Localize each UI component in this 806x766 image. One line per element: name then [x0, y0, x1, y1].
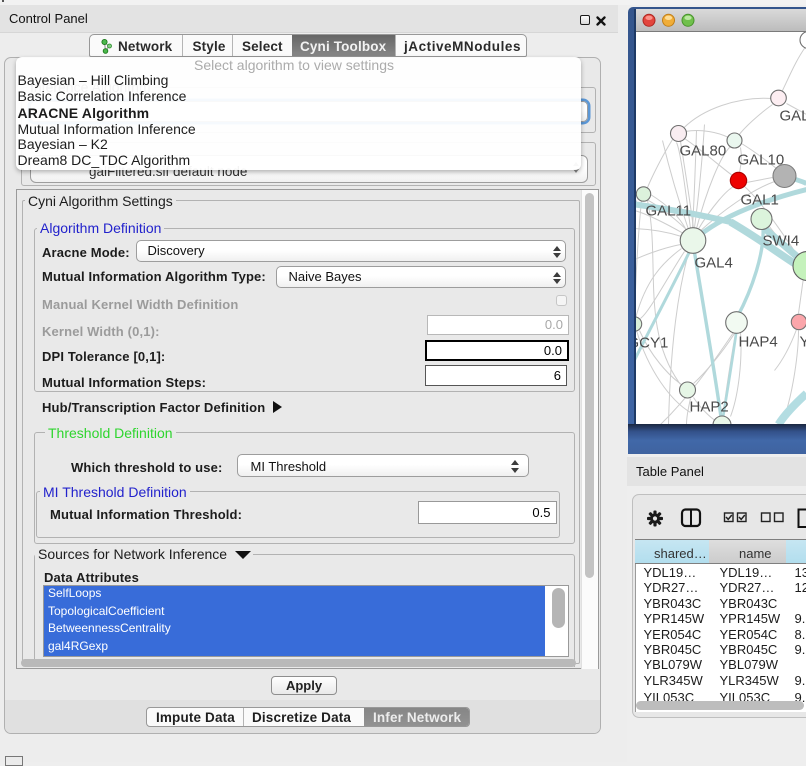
svg-text:GAL10: GAL10: [737, 151, 784, 168]
svg-text:GAL1: GAL1: [740, 191, 778, 208]
svg-text:YJ: YJ: [799, 333, 806, 350]
svg-text:SWI4: SWI4: [762, 232, 799, 249]
svg-text:GAL4: GAL4: [694, 254, 732, 271]
svg-text:GAL11: GAL11: [645, 202, 691, 219]
svg-text:GAL2: GAL2: [779, 107, 806, 124]
svg-text:GCY1: GCY1: [636, 334, 668, 351]
svg-text:GAL80: GAL80: [679, 142, 726, 159]
svg-text:HAP2: HAP2: [689, 398, 728, 415]
svg-text:HAP4: HAP4: [738, 333, 777, 350]
